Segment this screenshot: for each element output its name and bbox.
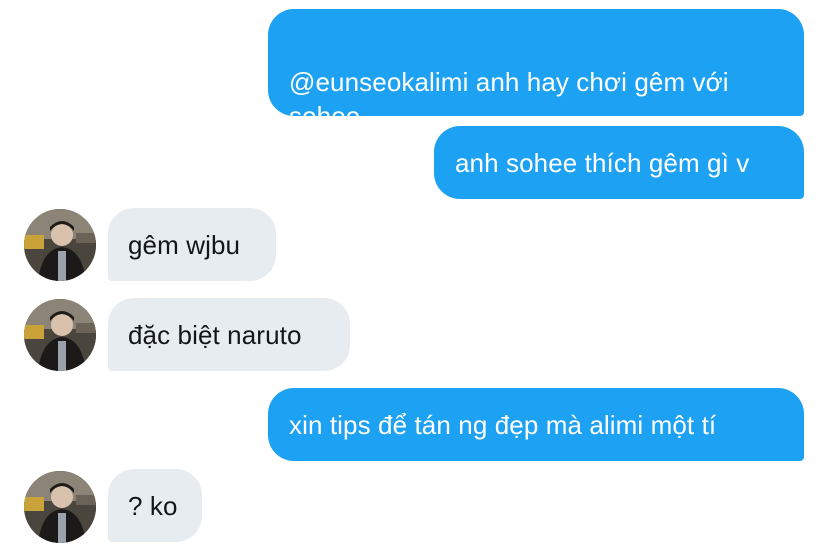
- message-text: đặc biệt naruto: [128, 320, 302, 350]
- user-avatar-photo-icon: [24, 299, 96, 371]
- outgoing-message-bubble[interactable]: anh sohee thích gêm gì v: [434, 126, 804, 199]
- incoming-message-bubble[interactable]: đặc biệt naruto: [108, 298, 350, 371]
- user-avatar-photo-icon: [24, 471, 96, 543]
- message-text: xin tips để tán ng đẹp mà alimi một tí: [289, 410, 717, 440]
- user-avatar-photo-icon: [24, 209, 96, 281]
- contact-avatar[interactable]: [24, 299, 96, 371]
- message-text: ? ko: [128, 491, 178, 521]
- contact-avatar[interactable]: [24, 209, 96, 281]
- outgoing-message-bubble[interactable]: xin tips để tán ng đẹp mà alimi một tí: [268, 388, 804, 461]
- message-text: @eunseokalimi anh hay chơi gêm với sohee: [289, 67, 729, 131]
- outgoing-message-bubble[interactable]: @eunseokalimi anh hay chơi gêm với sohee: [268, 9, 804, 131]
- message-text: gêm wjbu: [128, 230, 241, 260]
- message-text: anh sohee thích gêm gì v: [455, 148, 750, 178]
- incoming-message-bubble[interactable]: ? ko: [108, 469, 202, 542]
- contact-avatar[interactable]: [24, 471, 96, 543]
- incoming-message-bubble[interactable]: gêm wjbu: [108, 208, 276, 281]
